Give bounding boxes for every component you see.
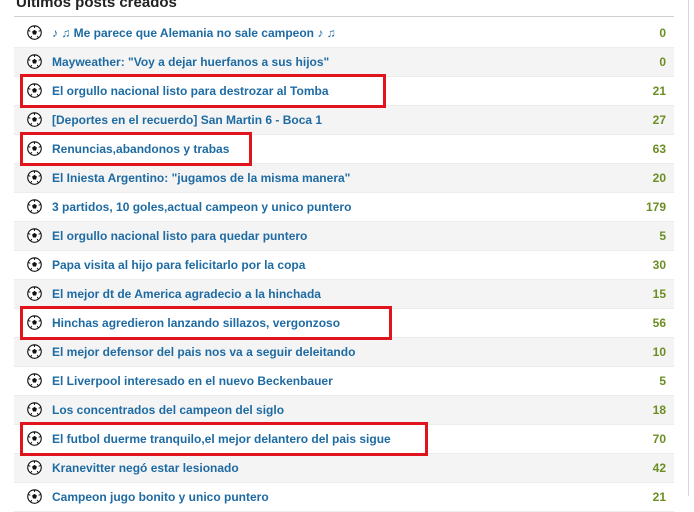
post-comment-count: 18	[652, 403, 666, 417]
post-title-link[interactable]: El mejor dt de America agradecio a la hi…	[52, 287, 321, 302]
list-item[interactable]: El orgullo nacional listo para quedar pu…	[14, 222, 674, 251]
post-title-link[interactable]: [Deportes en el recuerdo] San Martin 6 -…	[52, 113, 322, 128]
list-item[interactable]: Mayweather: "Voy a dejar huerfanos a sus…	[14, 48, 674, 77]
soccer-ball-icon	[27, 431, 42, 446]
list-item[interactable]: 3 partidos, 10 goles,actual campeon y un…	[14, 193, 674, 222]
post-title-link[interactable]: El futbol duerme tranquilo,el mejor dela…	[52, 432, 391, 447]
post-comment-count: 42	[652, 461, 666, 475]
panel-header: Ultimos posts creados	[14, 0, 674, 17]
post-title-link[interactable]: ♪ ♫ Me parece que Alemania no sale campe…	[52, 26, 336, 41]
post-comment-count: 21	[652, 490, 666, 504]
post-comment-count: 56	[652, 316, 666, 330]
list-item[interactable]: El mejor defensor del pais nos va a segu…	[14, 338, 674, 367]
post-title-link[interactable]: Renuncias,abandonos y trabas	[52, 142, 229, 157]
soccer-ball-icon	[27, 402, 42, 417]
soccer-ball-icon	[27, 344, 42, 359]
post-comment-count: 0	[659, 26, 666, 40]
post-comment-count: 20	[652, 171, 666, 185]
post-comment-count: 15	[652, 287, 666, 301]
soccer-ball-icon	[27, 257, 42, 272]
post-comment-count: 5	[659, 374, 666, 388]
scrollbar-edge[interactable]	[688, 0, 689, 496]
soccer-ball-icon	[27, 315, 42, 330]
panel-title: Ultimos posts creados	[16, 0, 177, 11]
post-title-link[interactable]: Mayweather: "Voy a dejar huerfanos a sus…	[52, 55, 329, 70]
list-item[interactable]: El mejor dt de America agradecio a la hi…	[14, 280, 674, 309]
post-title-link[interactable]: 3 partidos, 10 goles,actual campeon y un…	[52, 200, 351, 215]
soccer-ball-icon	[27, 141, 42, 156]
post-comment-count: 179	[645, 200, 666, 214]
list-item[interactable]: Papa visita al hijo para felicitarlo por…	[14, 251, 674, 280]
post-title-link[interactable]: Papa visita al hijo para felicitarlo por…	[52, 258, 305, 273]
post-title-link[interactable]: El mejor defensor del pais nos va a segu…	[52, 345, 355, 360]
soccer-ball-icon	[27, 373, 42, 388]
list-item[interactable]: El orgullo nacional listo para destrozar…	[14, 77, 674, 106]
soccer-ball-icon	[27, 54, 42, 69]
soccer-ball-icon	[27, 228, 42, 243]
post-comment-count: 0	[659, 55, 666, 69]
soccer-ball-icon	[27, 112, 42, 127]
soccer-ball-icon	[27, 286, 42, 301]
post-title-link[interactable]: Kranevitter negó estar lesionado	[52, 461, 239, 476]
list-item[interactable]: El Liverpool interesado en el nuevo Beck…	[14, 367, 674, 396]
list-item[interactable]: El futbol duerme tranquilo,el mejor dela…	[14, 425, 674, 454]
post-title-link[interactable]: El orgullo nacional listo para quedar pu…	[52, 229, 307, 244]
post-comment-count: 63	[652, 142, 666, 156]
list-item[interactable]: Campeon jugo bonito y unico puntero 21	[14, 483, 674, 512]
post-comment-count: 30	[652, 258, 666, 272]
list-item[interactable]: ♪ ♫ Me parece que Alemania no sale campe…	[14, 19, 674, 48]
soccer-ball-icon	[27, 460, 42, 475]
post-title-link[interactable]: Hinchas agredieron lanzando sillazos, ve…	[52, 316, 340, 331]
post-title-link[interactable]: El Iniesta Argentino: "jugamos de la mis…	[52, 171, 350, 186]
post-title-link[interactable]: Campeon jugo bonito y unico puntero	[52, 490, 269, 505]
list-item[interactable]: [Deportes en el recuerdo] San Martin 6 -…	[14, 106, 674, 135]
post-comment-count: 21	[652, 84, 666, 98]
post-comment-count: 70	[652, 432, 666, 446]
post-title-link[interactable]: El Liverpool interesado en el nuevo Beck…	[52, 374, 333, 389]
list-item[interactable]: Kranevitter negó estar lesionado 42	[14, 454, 674, 483]
soccer-ball-icon	[27, 170, 42, 185]
soccer-ball-icon	[27, 83, 42, 98]
soccer-ball-icon	[27, 25, 42, 40]
posts-list: ♪ ♫ Me parece que Alemania no sale campe…	[14, 19, 674, 512]
post-title-link[interactable]: El orgullo nacional listo para destrozar…	[52, 84, 329, 99]
list-item[interactable]: El Iniesta Argentino: "jugamos de la mis…	[14, 164, 674, 193]
post-comment-count: 27	[652, 113, 666, 127]
list-item[interactable]: Renuncias,abandonos y trabas 63	[14, 135, 674, 164]
soccer-ball-icon	[27, 199, 42, 214]
post-comment-count: 10	[652, 345, 666, 359]
post-title-link[interactable]: Los concentrados del campeon del siglo	[52, 403, 284, 418]
soccer-ball-icon	[27, 489, 42, 504]
list-item[interactable]: Hinchas agredieron lanzando sillazos, ve…	[14, 309, 674, 338]
post-comment-count: 5	[659, 229, 666, 243]
list-item[interactable]: Los concentrados del campeon del siglo 18	[14, 396, 674, 425]
